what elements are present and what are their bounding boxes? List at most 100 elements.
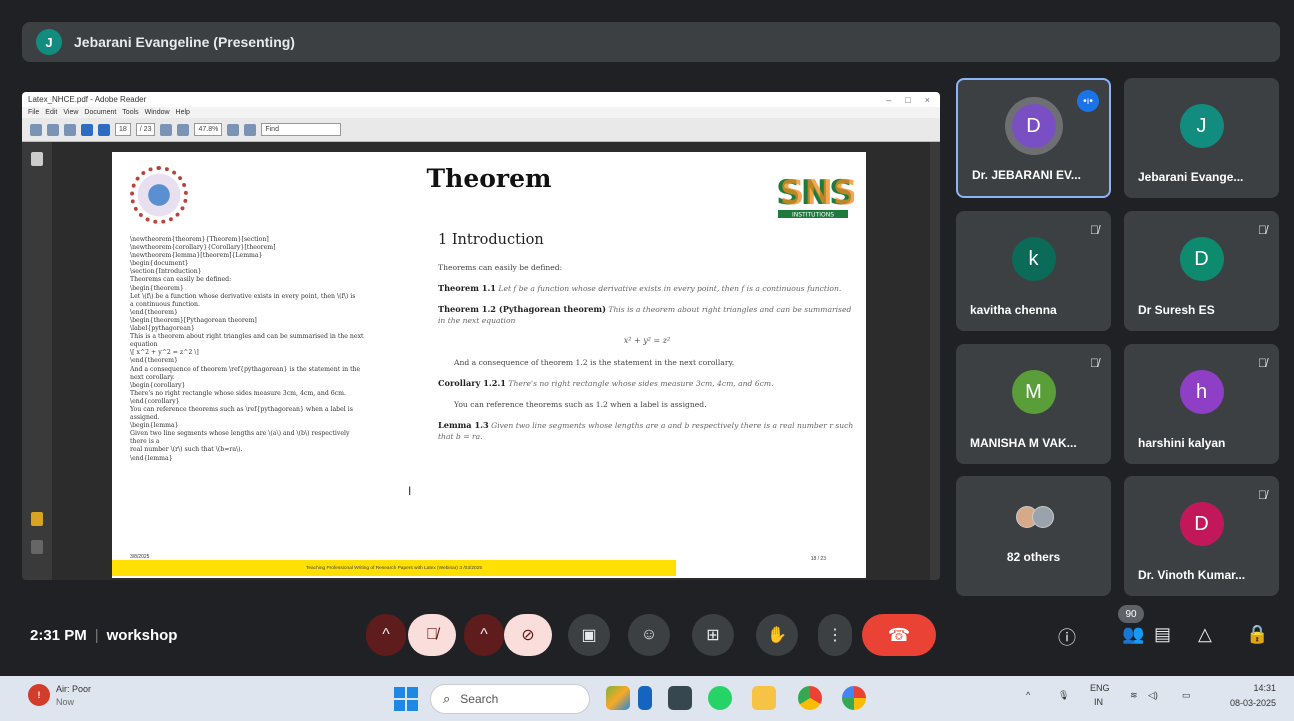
participant-tile[interactable]: 🎙̸ h harshini kalyan: [1124, 344, 1279, 464]
camera-toggle-button[interactable]: ⊘: [504, 614, 552, 656]
code-line: \section{Introduction}: [130, 268, 202, 276]
mic-off-icon: 🎙̸: [1258, 223, 1267, 237]
video-options-button[interactable]: ^: [464, 614, 504, 656]
document-area: Theorem SNS SNS INSTITUTIONS \newtheorem…: [22, 142, 940, 580]
audio-options-button[interactable]: ^: [366, 614, 406, 656]
mic-off-icon: 🎙̸: [426, 626, 438, 643]
theorem-1: Theorem 1.1 Let f be a function whose de…: [438, 283, 856, 294]
battery-icon[interactable]: ▭: [1182, 690, 1191, 701]
chevron-up-icon: ^: [480, 626, 488, 643]
slide-footer: Teaching Professional Writing of Researc…: [112, 560, 676, 576]
meet-window: J Jebarani Evangeline (Presenting) Latex…: [0, 0, 1294, 676]
participant-tile[interactable]: D •ı• Dr. JEBARANI EV...: [956, 78, 1111, 198]
code-line: You can reference theorems such as \ref{…: [130, 405, 353, 413]
code-line: real number \(r\) such that \(b=ra\).: [130, 446, 243, 454]
code-line: \end{lemma}: [130, 454, 173, 462]
hang-up-icon: ☎: [887, 624, 911, 645]
whatsapp-icon[interactable]: [708, 686, 732, 710]
avatar: k: [1011, 237, 1056, 281]
close-icon: ×: [924, 94, 930, 105]
reader-titlebar: Latex_NHCE.pdf - Adobe Reader – □ ×: [22, 92, 940, 107]
activities-button[interactable]: △: [1198, 624, 1212, 645]
presenting-banner: J Jebarani Evangeline (Presenting): [22, 22, 1280, 62]
meet-app-icon[interactable]: [668, 686, 692, 710]
meeting-time: 2:31 PM: [30, 627, 87, 644]
theorem-1-head: Theorem 1.1: [438, 283, 496, 293]
participant-tile[interactable]: 🎙̸ D Dr Suresh ES: [1124, 211, 1279, 331]
reference-text: You can reference theorems such as 1.2 w…: [454, 400, 707, 409]
zoom-in-icon: [177, 123, 190, 136]
task-view-icon[interactable]: [638, 686, 652, 710]
theorem-1-body: Let f be a function whose derivative exi…: [498, 284, 842, 293]
find-field: Find: [261, 123, 342, 136]
menu-document: Document: [84, 109, 117, 116]
wifi-icon[interactable]: ≋: [1130, 690, 1138, 701]
tray-chevron-icon[interactable]: ^: [1026, 690, 1030, 700]
print-icon: [30, 123, 42, 136]
taskbar-search[interactable]: ⌕ Search: [430, 684, 590, 714]
captions-button[interactable]: ▣: [568, 614, 610, 656]
participant-tile[interactable]: 🎙̸ k kavitha chenna: [956, 211, 1111, 331]
leave-call-button[interactable]: ☎: [862, 614, 936, 656]
start-button[interactable]: [394, 687, 418, 711]
code-line: \newtheorem{corollary}{Corollary}[theore…: [130, 244, 276, 252]
attachment-icon: [31, 540, 43, 554]
participant-name: kavitha chenna: [970, 303, 1057, 317]
code-line: \begin{theorem}[Pythagorean theorem]: [130, 316, 257, 324]
speaking-indicator-icon: •ı•: [1077, 90, 1099, 112]
search-placeholder: Search: [460, 692, 499, 706]
meeting-info: 2:31 PM | workshop: [30, 627, 178, 644]
taskbar-time[interactable]: 14:31: [1253, 683, 1276, 693]
reactions-button[interactable]: ☺: [628, 614, 670, 656]
participant-tile[interactable]: 🎙̸ D Dr. Vinoth Kumar...: [1124, 476, 1279, 596]
host-controls-button[interactable]: 🔒: [1246, 624, 1268, 645]
more-options-button[interactable]: ⋮: [818, 614, 852, 656]
chrome-icon[interactable]: [798, 686, 822, 710]
theorem-2: Theorem 1.2 (Pythagorean theorem) This i…: [438, 304, 856, 326]
rendered-output: 1 Introduction Theorems can easily be de…: [438, 232, 856, 452]
code-line: \[ x^2 + y^2 = z^2 \]: [130, 349, 199, 357]
info-icon: ⓘ: [1058, 628, 1076, 648]
text-cursor-icon: I: [408, 484, 412, 498]
present-button[interactable]: ⊞: [692, 614, 734, 656]
widgets-icon[interactable]: [606, 686, 630, 710]
menu-edit: Edit: [45, 109, 58, 116]
raise-hand-button[interactable]: ✋: [756, 614, 798, 656]
code-line: there is a: [130, 438, 160, 446]
reader-menubar: File Edit View Document Tools Window Hel…: [22, 107, 940, 118]
chat-button[interactable]: ▤: [1154, 624, 1171, 645]
mic-tray-icon[interactable]: 🎙: [1058, 690, 1069, 701]
others-tile[interactable]: 82 others: [956, 476, 1111, 596]
meeting-details-button[interactable]: ⓘ: [1058, 624, 1076, 650]
code-line: \label{pythagorean}: [130, 325, 195, 333]
language-code[interactable]: ENG: [1090, 683, 1110, 693]
fit-page-icon: [227, 123, 240, 136]
code-line: Let \(f\) be a function whose derivative…: [130, 292, 356, 300]
code-line: \begin{document}: [130, 260, 189, 268]
chrome-profile-icon[interactable]: [842, 686, 866, 710]
others-label: 82 others: [1006, 550, 1061, 564]
file-explorer-icon[interactable]: [752, 686, 776, 710]
participant-name: Dr Suresh ES: [1138, 303, 1215, 317]
air-quality-icon[interactable]: !: [28, 684, 50, 706]
avatar: [1031, 506, 1054, 528]
avatar: D: [1011, 104, 1056, 148]
taskbar-date[interactable]: 08-03-2025: [1230, 698, 1276, 708]
sns-logo-text-shadow: SNS: [780, 173, 854, 213]
participant-tile[interactable]: J Jebarani Evange...: [1124, 78, 1279, 198]
menu-file: File: [28, 109, 40, 116]
volume-icon[interactable]: ◁): [1148, 690, 1158, 701]
participant-name: Dr. Vinoth Kumar...: [1138, 568, 1246, 582]
mic-toggle-button[interactable]: 🎙̸: [408, 614, 456, 656]
page-field: 18: [115, 123, 131, 136]
reader-side-panel: [22, 142, 52, 580]
participant-tile[interactable]: 🎙̸ M MANISHA M VAK...: [956, 344, 1111, 464]
code-line: \newtheorem{theorem}{Theorem}[section]: [130, 236, 269, 243]
present-screen-icon: ⊞: [706, 627, 720, 644]
settings-icon: [64, 123, 76, 136]
menu-window: Window: [144, 109, 170, 116]
weather-title: Air: Poor: [56, 684, 92, 694]
people-button[interactable]: 👥: [1122, 624, 1144, 645]
language-region[interactable]: IN: [1094, 697, 1103, 707]
camera-off-icon: ⊘: [521, 627, 535, 644]
